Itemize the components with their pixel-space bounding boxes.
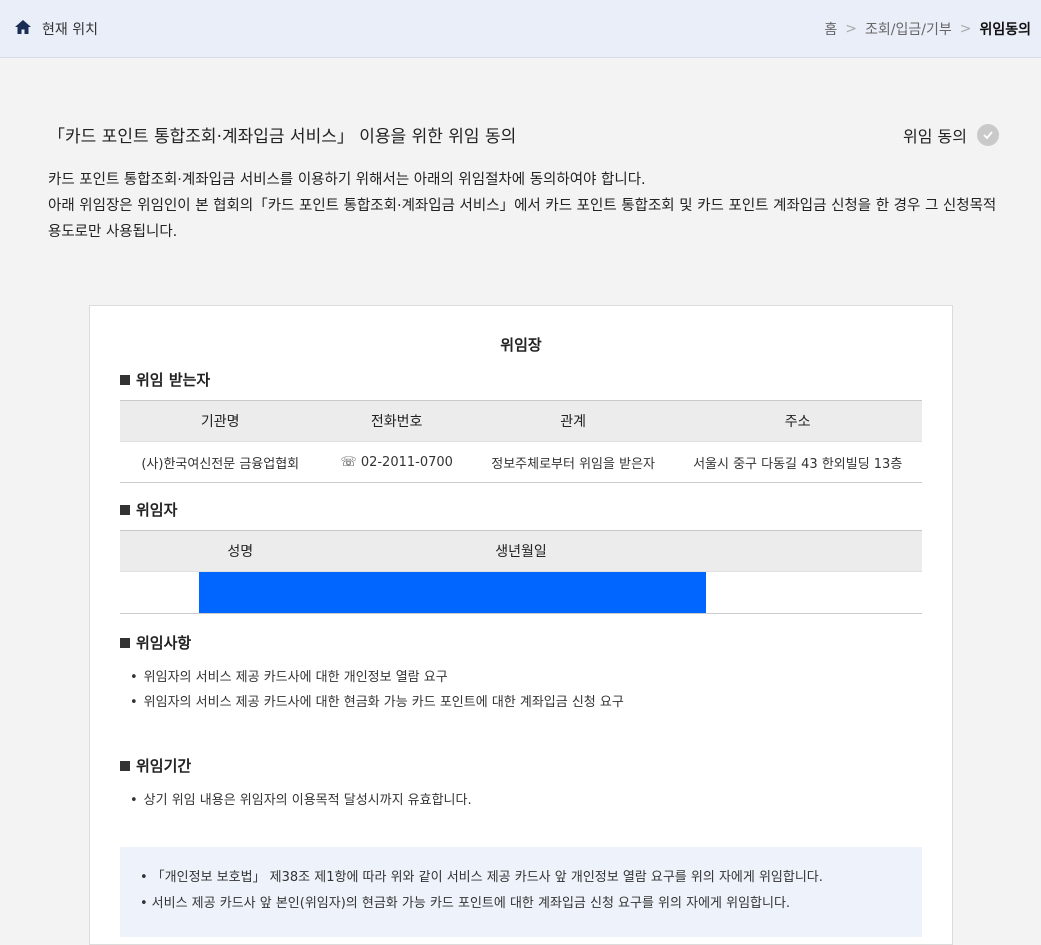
intro-description: 카드 포인트 통합조회·계좌입금 서비스를 이용하기 위해서는 아래의 위임절차… xyxy=(48,167,999,245)
current-location: 현재 위치 xyxy=(14,18,98,40)
table-header-row: 성명 생년월일 xyxy=(120,530,922,572)
notice-item: 서비스 제공 카드사 앞 본인(위임자)의 현금화 가능 카드 포인트에 대한 … xyxy=(140,891,902,917)
breadcrumb-home[interactable]: 홈 xyxy=(824,19,837,39)
square-bullet-icon xyxy=(120,504,130,515)
page-title: 「카드 포인트 통합조회·계좌입금 서비스」 이용을 위한 위임 동의 xyxy=(48,127,517,147)
breadcrumb-inquiry[interactable]: 조회/입금/기부 xyxy=(865,19,952,39)
section-matters: 위임사항 xyxy=(120,632,922,653)
period-heading: 위임기간 xyxy=(136,757,192,775)
delegator-heading: 위임자 xyxy=(136,501,178,519)
consent-toggle[interactable]: 위임 동의 xyxy=(903,123,999,147)
square-bullet-icon xyxy=(120,637,130,648)
card-title: 위임장 xyxy=(500,336,542,354)
col-address: 주소 xyxy=(673,400,922,442)
col-phone: 전화번호 xyxy=(320,400,473,442)
description-line-2: 아래 위임장은 위임인이 본 협회의「카드 포인트 통합조회·계좌입금 서비스」… xyxy=(48,198,997,240)
square-bullet-icon xyxy=(120,374,130,385)
delegator-table: 성명 생년월일 xyxy=(120,530,922,614)
receiver-table: 기관명 전화번호 관계 주소 (사)한국여신전문 금융업협회 ☏ 02-2011… xyxy=(120,400,922,483)
home-icon[interactable] xyxy=(14,18,32,40)
breadcrumb: 홈 > 조회/입금/기부 > 위임동의 xyxy=(824,19,1031,39)
redacted-block xyxy=(199,572,706,613)
list-item: 위임자의 서비스 제공 카드사에 대한 현금화 가능 카드 포인트에 대한 계좌… xyxy=(130,690,922,715)
table-row xyxy=(120,571,922,614)
delegator-value-row xyxy=(120,571,922,614)
cell-phone: ☏ 02-2011-0700 xyxy=(320,441,473,483)
breadcrumb-current: 위임동의 xyxy=(979,21,1031,38)
list-item: 상기 위임 내용은 위임자의 이용목적 달성시까지 유효합니다. xyxy=(130,788,922,813)
square-bullet-icon xyxy=(120,760,130,771)
notice-item: 「개인정보 보호법」 제38조 제1항에 따라 위와 같이 서비스 제공 카드사… xyxy=(140,865,902,891)
section-receiver: 위임 받는자 xyxy=(120,369,922,390)
matters-list: 위임자의 서비스 제공 카드사에 대한 개인정보 열람 요구 위임자의 서비스 … xyxy=(120,665,922,715)
col-empty xyxy=(681,530,922,572)
matters-heading: 위임사항 xyxy=(136,634,192,652)
description-line-1: 카드 포인트 통합조회·계좌입금 서비스를 이용하기 위해서는 아래의 위임절차… xyxy=(48,172,646,188)
col-name: 성명 xyxy=(120,530,361,572)
col-birthdate: 생년월일 xyxy=(360,530,682,572)
chevron-right-icon: > xyxy=(845,20,858,37)
period-list: 상기 위임 내용은 위임자의 이용목적 달성시까지 유효합니다. xyxy=(120,788,922,813)
section-delegator: 위임자 xyxy=(120,499,922,520)
cell-address: 서울시 중구 다동길 43 한외빌딩 13층 xyxy=(673,441,922,483)
col-org: 기관명 xyxy=(120,400,321,442)
receiver-heading: 위임 받는자 xyxy=(136,371,211,389)
intro-section: 「카드 포인트 통합조회·계좌입금 서비스」 이용을 위한 위임 동의 위임 동… xyxy=(0,58,1041,245)
consent-label: 위임 동의 xyxy=(903,126,967,146)
chevron-right-icon: > xyxy=(959,20,972,37)
cell-org: (사)한국여신전문 금융업협회 xyxy=(120,441,321,483)
cell-relation: 정보주체로부터 위임을 받은자 xyxy=(472,441,674,483)
table-header-row: 기관명 전화번호 관계 주소 xyxy=(120,400,922,442)
proxy-letter-card: 위임장 위임 받는자 기관명 전화번호 관계 주소 (사)한국여신전문 금융업협… xyxy=(89,305,953,945)
location-label: 현재 위치 xyxy=(42,21,98,38)
check-icon[interactable] xyxy=(977,123,999,146)
list-item: 위임자의 서비스 제공 카드사에 대한 개인정보 열람 요구 xyxy=(130,665,922,690)
section-period: 위임기간 xyxy=(120,755,922,776)
notice-box: 「개인정보 보호법」 제38조 제1항에 따라 위와 같이 서비스 제공 카드사… xyxy=(120,847,922,937)
col-relation: 관계 xyxy=(472,400,674,442)
table-row: (사)한국여신전문 금융업협회 ☏ 02-2011-0700 정보주체로부터 위… xyxy=(120,441,922,483)
top-bar: 현재 위치 홈 > 조회/입금/기부 > 위임동의 xyxy=(0,0,1041,58)
